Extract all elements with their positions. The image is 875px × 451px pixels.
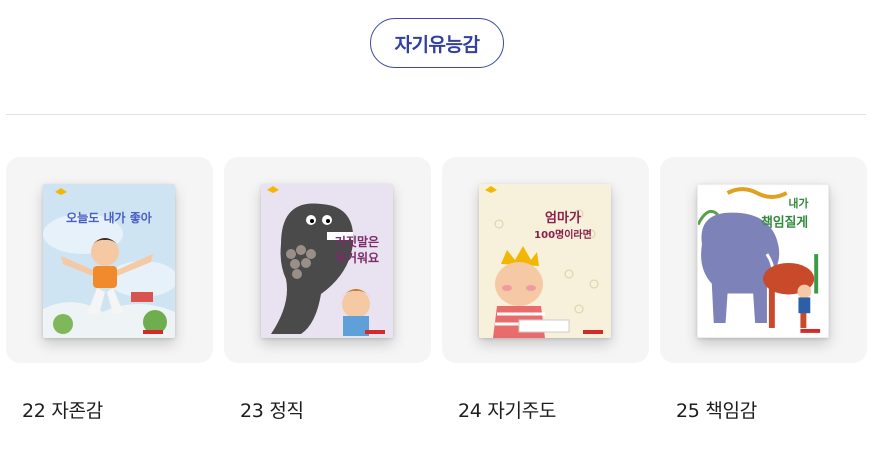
book-grid: 오늘도 내가 좋아 22 자존감 거짓말은 무거워요 23 정직 엄마가 100… xyxy=(6,157,868,427)
cover-title-line-1: 거짓말은 xyxy=(335,234,379,249)
cover-title-line-2: 100명이라면 xyxy=(534,228,592,241)
cover-illustration: 거짓말은 무거워요 xyxy=(261,184,393,338)
cover-title-line-2: 무거워요 xyxy=(335,250,379,265)
cover-illustration: 내가 책임질게 xyxy=(698,185,828,337)
book-caption[interactable]: 22 자존감 xyxy=(22,396,103,423)
divider xyxy=(6,114,866,115)
category-button[interactable]: 자기유능감 xyxy=(370,18,504,68)
book-card[interactable]: 거짓말은 무거워요 23 정직 xyxy=(224,157,431,422)
book-cover-image[interactable]: 오늘도 내가 좋아 xyxy=(43,184,175,338)
book-caption[interactable]: 25 책임감 xyxy=(676,396,757,423)
book-card[interactable]: 오늘도 내가 좋아 22 자존감 xyxy=(6,157,213,422)
book-number: 23 xyxy=(240,400,264,422)
cover-title-line-1: 엄마가 xyxy=(545,210,581,226)
cover-title-line-1: 내가 xyxy=(788,196,808,210)
cover-title-line-2: 책임질게 xyxy=(761,216,808,231)
book-number: 22 xyxy=(22,400,46,422)
book-card[interactable]: 내가 책임질게 25 책임감 xyxy=(660,157,867,422)
cover-illustration: 엄마가 100명이라면 xyxy=(479,184,611,338)
cover-illustration: 오늘도 내가 좋아 xyxy=(43,184,175,338)
book-theme: 정직 xyxy=(269,400,304,422)
book-caption[interactable]: 24 자기주도 xyxy=(458,396,556,423)
book-theme: 자기주도 xyxy=(487,400,557,422)
book-theme: 책임감 xyxy=(705,400,757,422)
book-card[interactable]: 엄마가 100명이라면 24 자기주도 xyxy=(442,157,649,422)
book-cover-image[interactable]: 엄마가 100명이라면 xyxy=(479,184,611,338)
book-theme: 자존감 xyxy=(51,400,103,422)
book-caption[interactable]: 23 정직 xyxy=(240,396,304,423)
book-number: 25 xyxy=(676,400,700,422)
cover-title: 오늘도 내가 좋아 xyxy=(66,210,152,225)
book-cover-image[interactable]: 거짓말은 무거워요 xyxy=(261,184,393,338)
book-number: 24 xyxy=(458,400,482,422)
book-cover-image[interactable]: 내가 책임질게 xyxy=(697,184,829,338)
